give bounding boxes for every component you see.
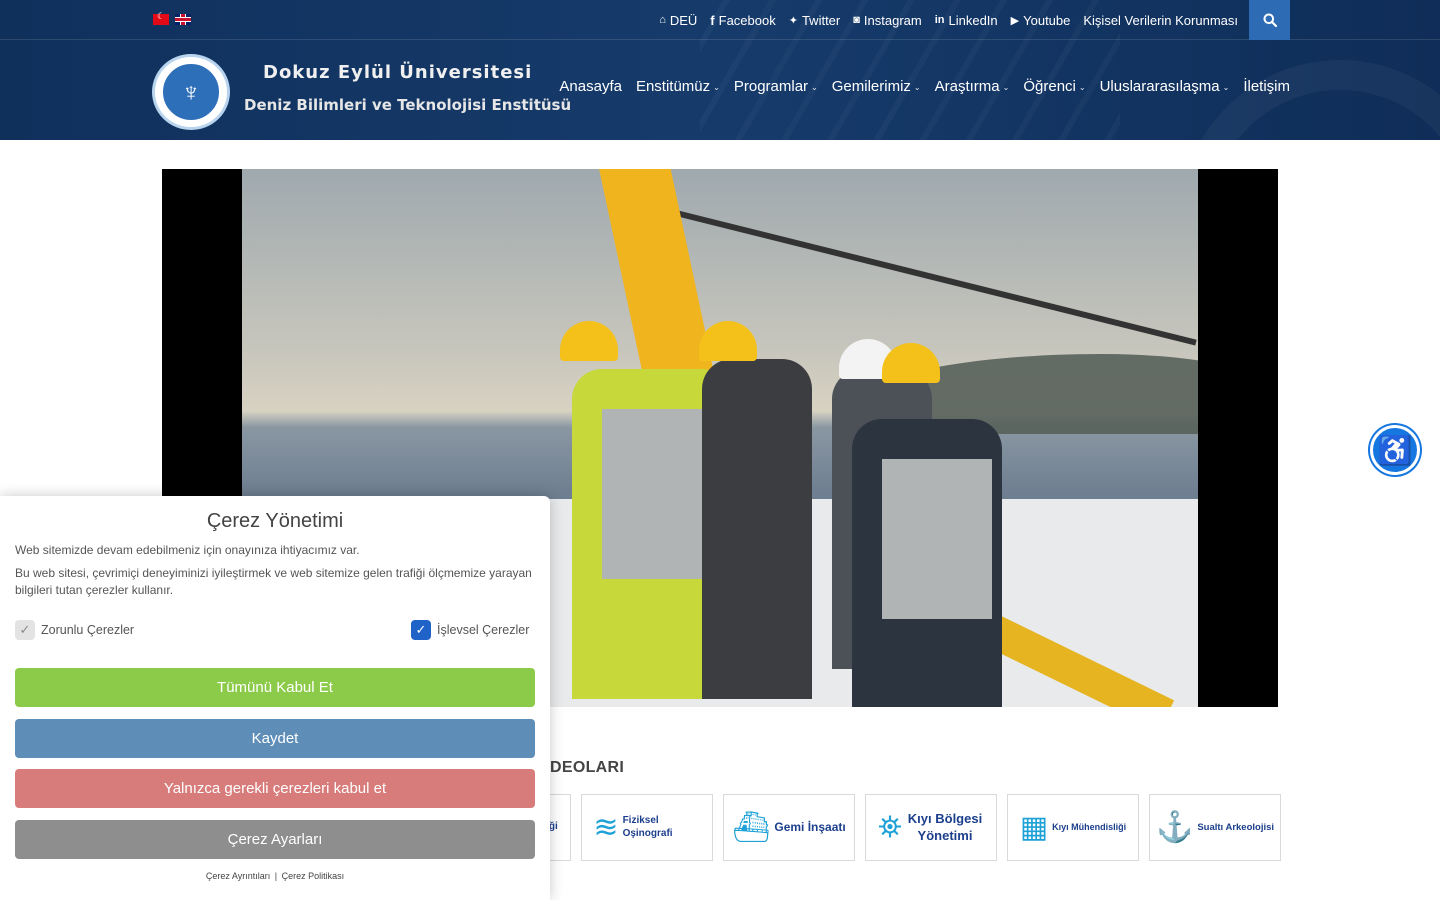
accessibility-button[interactable]: ♿ [1370, 425, 1420, 475]
institute-name[interactable]: Deniz Bilimleri ve Teknolojisi Enstitüsü [244, 96, 571, 114]
search-button[interactable] [1249, 0, 1290, 40]
turkish-flag-icon[interactable] [153, 11, 169, 25]
twitter-icon: ✦ [788, 14, 798, 27]
accept-all-button[interactable]: Tümünü Kabul Et [15, 668, 535, 707]
nav-gemilerimiz[interactable]: Gemilerimiz ⌄ [832, 78, 921, 95]
youtube-link[interactable]: ▶ Youtube [1011, 13, 1071, 28]
nav-uluslararasilasma[interactable]: Uluslararasılaşma ⌄ [1100, 78, 1230, 95]
top-links: ⌂ DEÜ f Facebook ✦ Twitter ◙ Instagram i… [659, 0, 1238, 40]
instagram-link-label: Instagram [863, 12, 922, 28]
program-card-label: Fiziksel Oşinografi [622, 815, 673, 839]
nav-label: Uluslararasılaşma [1099, 78, 1220, 95]
home-icon: ⌂ [659, 14, 666, 26]
coastal-engineering-icon: ▦ [1019, 811, 1049, 844]
underwater-archaeology-icon: ⚓ [1155, 811, 1194, 844]
chevron-down-icon: ⌄ [1002, 83, 1010, 92]
deu-link-label: DEÜ [669, 12, 698, 28]
functional-cookies-checkbox[interactable]: ✓ [411, 620, 431, 640]
section-heading: DEOLARI [550, 759, 625, 776]
facebook-icon: f [710, 12, 715, 28]
program-card-label: Gemi İnşaatı [774, 820, 846, 834]
kvkk-link-label: Kişisel Verilerin Korunması [1083, 12, 1238, 28]
linkedin-link-label: LinkedIn [948, 12, 998, 28]
chevron-down-icon: ⌄ [1078, 83, 1086, 92]
seahorse-emblem-icon: ♆ [161, 62, 221, 122]
cookie-links: Çerez Ayrıntıları | Çerez Politikası [0, 871, 550, 881]
nav-label: Öğrenci [1023, 78, 1076, 95]
site-header: ⌂ DEÜ f Facebook ✦ Twitter ◙ Instagram i… [0, 0, 1440, 140]
cookie-policy-link[interactable]: Çerez Politikası [282, 871, 345, 881]
nav-programlar[interactable]: Programlar ⌄ [734, 78, 818, 95]
nav-label: Araştırma [934, 78, 1000, 95]
cookie-details-link[interactable]: Çerez Ayrıntıları [206, 871, 270, 881]
university-name[interactable]: Dokuz Eylül Üniversitesi [263, 62, 532, 83]
hard-hat [560, 321, 618, 361]
required-cookies-label: Zorunlu Çerezler [41, 623, 135, 637]
program-card-gemi-insaati[interactable]: ⛴ Gemi İnşaatı [723, 794, 855, 861]
main-navigation: Anasayfa Enstitümüz ⌄ Programlar ⌄ Gemiler… [559, 78, 1290, 95]
cookie-consent-text: Web sitemizde devam edebilmeniz için ona… [15, 543, 360, 557]
instagram-link[interactable]: ◙ Instagram [853, 13, 921, 28]
nav-arastirma[interactable]: Araştırma ⌄ [935, 78, 1010, 95]
link-separator: | [274, 871, 278, 881]
program-card-kiyi-muhendisligi[interactable]: ▦ Kıyı Mühendisliği [1007, 794, 1139, 861]
cookie-settings-button[interactable]: Çerez Ayarları [15, 820, 535, 859]
twitter-link[interactable]: ✦ Twitter [789, 13, 841, 28]
deu-link[interactable]: ⌂ DEÜ [659, 13, 697, 28]
accessibility-icon: ♿ [1377, 434, 1413, 466]
program-card-label: Kıyı Mühendisliği [1052, 821, 1127, 832]
top-bar: ⌂ DEÜ f Facebook ✦ Twitter ◙ Instagram i… [0, 0, 1440, 40]
save-button[interactable]: Kaydet [15, 719, 535, 758]
nav-label: Anasayfa [559, 78, 622, 95]
chevron-down-icon: ⌄ [713, 83, 720, 92]
nav-anasayfa[interactable]: Anasayfa [559, 78, 622, 95]
hard-hat [699, 321, 757, 361]
linkedin-link[interactable]: in LinkedIn [935, 13, 998, 28]
ship-icon: ⛴ [732, 811, 771, 844]
chevron-down-icon: ⌄ [913, 83, 921, 92]
nav-iletisim[interactable]: İletişim [1243, 78, 1290, 95]
program-card-label: Sualtı Arkeolojisi [1197, 821, 1275, 833]
youtube-icon: ▶ [1010, 14, 1020, 27]
instagram-icon: ◙ [853, 14, 860, 26]
program-card-sualti-arkeolojisi[interactable]: ⚓ Sualtı Arkeolojisi [1149, 794, 1281, 861]
nav-label: İletişim [1243, 78, 1290, 95]
chevron-down-icon: ⌄ [811, 83, 818, 92]
functional-cookies-option[interactable]: ✓ İşlevsel Çerezler [411, 620, 529, 640]
chevron-down-icon: ⌄ [1222, 83, 1230, 92]
required-cookies-checkbox[interactable]: ✓ [15, 620, 35, 640]
life-vest [882, 459, 992, 619]
nav-enstitumuz[interactable]: Enstitümüz ⌄ [636, 78, 720, 95]
functional-cookies-label: İşlevsel Çerezler [437, 623, 530, 637]
crew-member [702, 359, 812, 699]
kvkk-link[interactable]: Kişisel Verilerin Korunması [1083, 13, 1238, 28]
english-flag-icon[interactable] [175, 14, 191, 25]
nav-ogrenci[interactable]: Öğrenci ⌄ [1023, 78, 1085, 95]
cookie-description-text: Bu web sitesi, çevrimiçi deneyiminizi iy… [15, 566, 532, 597]
program-card-label: Kıyı Bölgesi Yönetimi [907, 811, 983, 843]
nav-label: Gemilerimiz [831, 78, 911, 95]
facebook-link-label: Facebook [718, 12, 776, 28]
cookie-dialog: Çerez Yönetimi Web sitemizde devam edebi… [0, 496, 550, 900]
facebook-link[interactable]: f Facebook [710, 13, 775, 28]
cookie-dialog-title: Çerez Yönetimi [206, 510, 344, 532]
accept-required-only-button[interactable]: Yalnızca gerekli çerezleri kabul et [15, 769, 535, 808]
youtube-link-label: Youtube [1023, 12, 1071, 28]
nav-label: Programlar [733, 78, 809, 95]
required-cookies-option[interactable]: ✓ Zorunlu Çerezler [15, 620, 134, 640]
nav-label: Enstitümüz [635, 78, 711, 95]
life-vest [602, 409, 702, 579]
coastal-zone-icon: ⛯ [878, 810, 902, 844]
linkedin-icon: in [934, 14, 945, 26]
program-card-fiziksel-osinografi[interactable]: ≋ Fiziksel Oşinografi [581, 794, 713, 861]
wave-icon: ≋ [593, 811, 619, 844]
program-card-kiyi-bolgesi-yonetimi[interactable]: ⛯ Kıyı Bölgesi Yönetimi [865, 794, 997, 861]
twitter-link-label: Twitter [801, 12, 841, 28]
crane-cable [671, 209, 1197, 346]
search-icon [1263, 13, 1277, 27]
university-logo[interactable]: ♆ [152, 54, 230, 130]
